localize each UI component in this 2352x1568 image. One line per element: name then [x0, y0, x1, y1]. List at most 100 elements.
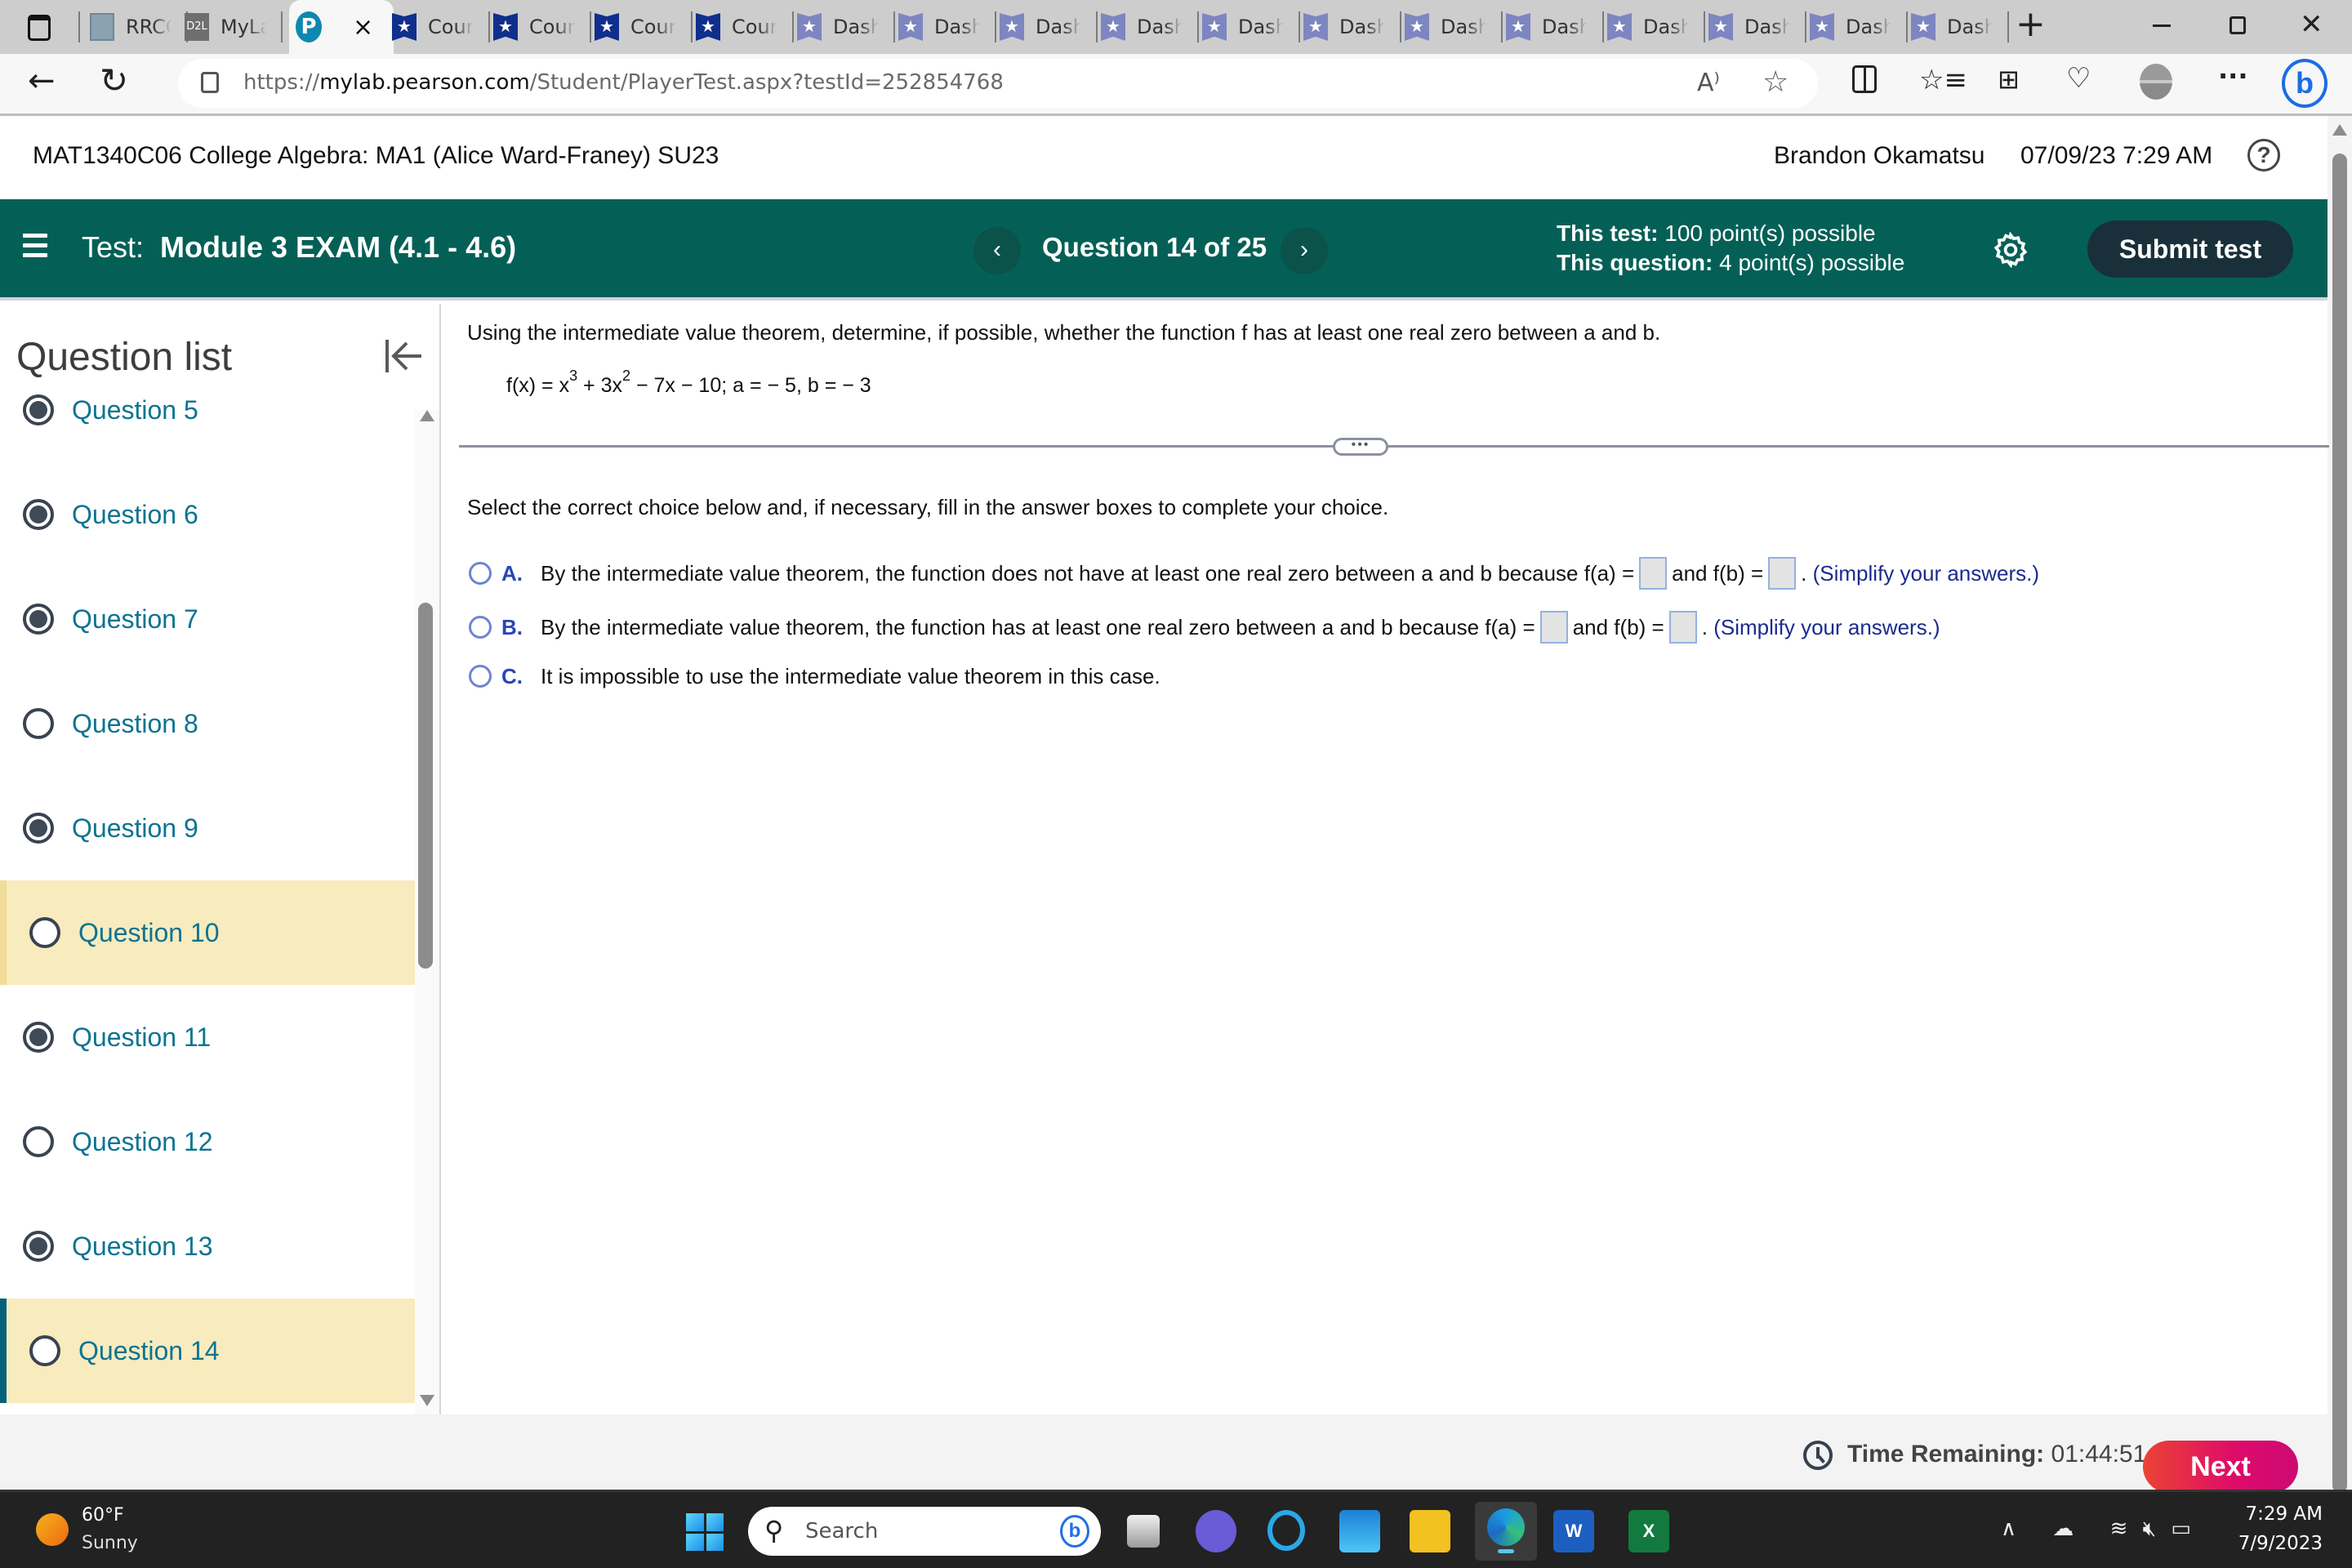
new-tab-button[interactable]: +	[2016, 3, 2046, 45]
question-list-item[interactable]: Question 14	[0, 1298, 415, 1403]
word-icon[interactable]: W	[1553, 1510, 1594, 1552]
bing-icon[interactable]: b	[1060, 1515, 1089, 1548]
restore-button[interactable]	[2230, 16, 2246, 34]
bing-copilot-icon[interactable]: b	[2282, 59, 2328, 108]
question-list-item[interactable]: Question 11	[0, 985, 415, 1089]
url-text[interactable]: https://mylab.pearson.com/Student/Player…	[243, 70, 1004, 95]
file-explorer-icon[interactable]	[1410, 1510, 1450, 1552]
question-list-scrollbar-thumb[interactable]	[418, 603, 433, 969]
choice-b-radio[interactable]	[469, 616, 492, 639]
browser-essentials-icon[interactable]: ♡	[2066, 62, 2091, 95]
help-icon[interactable]: ?	[2247, 139, 2280, 172]
taskbar-clock-date[interactable]: 7/9/2023	[2225, 1533, 2323, 1554]
choice-a[interactable]: A. By the intermediate value theorem, th…	[469, 557, 2039, 590]
edge-browser-icon[interactable]	[1475, 1502, 1537, 1561]
fa-answer-box[interactable]	[1539, 611, 1568, 644]
excel-icon[interactable]: X	[1628, 1510, 1669, 1552]
question-link[interactable]: Question 8	[72, 709, 198, 739]
lock-icon[interactable]	[201, 72, 219, 93]
browser-tab[interactable]: Cour	[493, 7, 591, 47]
question-list-item[interactable]: Question 12	[0, 1089, 415, 1194]
favorites-icon[interactable]: ☆≡	[1919, 64, 1967, 96]
question-link[interactable]: Question 9	[72, 813, 198, 844]
question-link[interactable]: Question 7	[72, 604, 198, 635]
browser-tab[interactable]: Dash	[1506, 7, 1604, 47]
collapse-panel-icon[interactable]	[384, 338, 423, 374]
taskbar-clock-time[interactable]: 7:29 AM	[2241, 1503, 2323, 1525]
previous-question-button[interactable]: ‹	[973, 227, 1021, 274]
question-link[interactable]: Question 14	[78, 1336, 220, 1366]
question-list-item[interactable]: Question 9	[0, 776, 415, 880]
question-list-item[interactable]: Question 10	[0, 880, 415, 985]
question-link[interactable]: Question 10	[78, 918, 220, 948]
onedrive-cloud-icon[interactable]: ☁	[2052, 1517, 2074, 1541]
favorite-star-icon[interactable]: ☆	[1762, 65, 1788, 99]
refresh-button[interactable]: ↻	[100, 60, 128, 100]
question-list-item[interactable]: Question 5	[0, 389, 415, 462]
battery-charging-icon[interactable]: ▭	[2171, 1517, 2191, 1541]
browser-tab[interactable]: Cour	[696, 7, 794, 47]
page-scrollbar-thumb[interactable]	[2332, 154, 2347, 1493]
browser-tab[interactable]: D2L MyLa	[185, 7, 283, 47]
cortana-icon[interactable]	[1267, 1510, 1305, 1551]
profile-avatar[interactable]	[2140, 64, 2172, 100]
mail-icon[interactable]	[1339, 1510, 1380, 1552]
question-link[interactable]: Question 13	[72, 1232, 213, 1262]
question-list-item[interactable]: Question 6	[0, 462, 415, 567]
more-menu-icon[interactable]: ···	[2218, 60, 2247, 91]
next-button[interactable]: Next	[2143, 1441, 2298, 1493]
browser-tab[interactable]: Dash	[1405, 7, 1503, 47]
scroll-down-arrow-icon[interactable]	[420, 1395, 434, 1406]
page-scrollbar[interactable]	[2328, 116, 2352, 1493]
scroll-up-arrow-icon[interactable]	[2332, 124, 2347, 136]
choice-b[interactable]: B. By the intermediate value theorem, th…	[469, 611, 1940, 644]
show-hidden-icons-chevron[interactable]: ∧	[2001, 1517, 2016, 1541]
browser-tab[interactable]: Dash	[1708, 7, 1806, 47]
volume-muted-icon[interactable]: 🔇︎	[2143, 1517, 2156, 1541]
browser-tab[interactable]: Dash	[1101, 7, 1199, 47]
browser-tab[interactable]: Cour	[595, 7, 693, 47]
question-list-scrollbar[interactable]	[415, 410, 439, 1414]
tab-actions-icon[interactable]	[28, 15, 51, 41]
close-window-button[interactable]: ✕	[2300, 8, 2323, 41]
choice-c-radio[interactable]	[469, 665, 492, 688]
question-list-item[interactable]: Question 13	[0, 1194, 415, 1298]
question-link[interactable]: Question 11	[72, 1022, 211, 1053]
browser-tab[interactable]: Dash	[1000, 7, 1098, 47]
task-view-icon[interactable]	[1127, 1515, 1160, 1548]
minimize-button[interactable]	[2153, 24, 2171, 27]
weather-temperature[interactable]: 60°F	[82, 1505, 124, 1526]
browser-tab[interactable]: Dash	[898, 7, 996, 47]
back-button[interactable]: ←	[28, 62, 56, 100]
question-list-item[interactable]: Question 8	[0, 671, 415, 776]
question-list-item[interactable]: Question 7	[0, 567, 415, 671]
expand-handle-button[interactable]: •••	[1333, 438, 1388, 456]
sun-weather-icon[interactable]	[36, 1513, 69, 1546]
choice-c[interactable]: C. It is impossible to use the intermedi…	[469, 660, 1160, 693]
fa-answer-box[interactable]	[1639, 557, 1668, 590]
browser-tab[interactable]: RRCC	[90, 7, 188, 47]
browser-tab[interactable]: Dash	[1303, 7, 1401, 47]
browser-tab[interactable]: P ×	[291, 7, 392, 47]
scroll-up-arrow-icon[interactable]	[420, 410, 434, 421]
question-link[interactable]: Question 12	[72, 1127, 213, 1157]
settings-gear-icon[interactable]	[1993, 232, 2029, 268]
browser-tab[interactable]: Dash	[1911, 7, 2009, 47]
collections-icon[interactable]: ⊞	[1998, 64, 2020, 95]
question-link[interactable]: Question 5	[72, 395, 198, 425]
hamburger-menu-icon[interactable]	[23, 234, 47, 258]
browser-tab[interactable]: Dash	[1202, 7, 1300, 47]
windows-start-icon[interactable]	[686, 1513, 724, 1551]
wifi-icon[interactable]: ≋	[2110, 1517, 2128, 1541]
submit-test-button[interactable]: Submit test	[2087, 220, 2293, 278]
choice-a-radio[interactable]	[469, 562, 492, 585]
browser-tab[interactable]: Dash	[1607, 7, 1705, 47]
next-question-button[interactable]: ›	[1281, 227, 1328, 274]
read-aloud-icon[interactable]: A⁾	[1697, 69, 1720, 97]
browser-tab[interactable]: Dash	[1810, 7, 1908, 47]
browser-tab[interactable]: Cour	[392, 7, 490, 47]
weather-condition[interactable]: Sunny	[82, 1533, 138, 1553]
fb-answer-box[interactable]	[1668, 611, 1697, 644]
teams-chat-icon[interactable]	[1196, 1510, 1236, 1552]
close-tab-icon[interactable]: ×	[353, 13, 373, 42]
